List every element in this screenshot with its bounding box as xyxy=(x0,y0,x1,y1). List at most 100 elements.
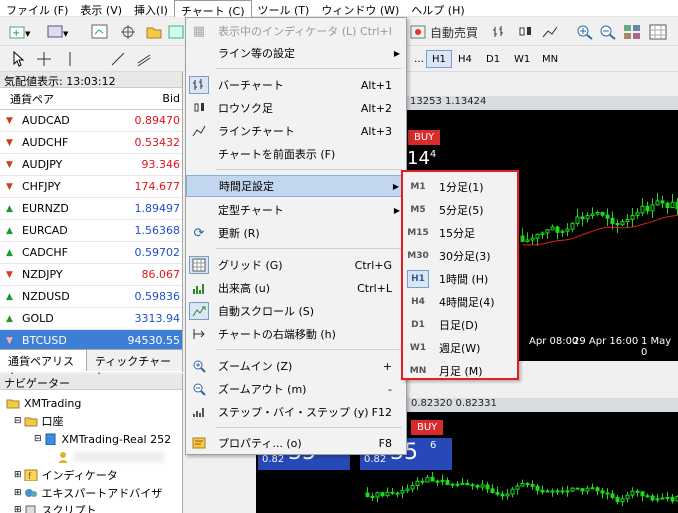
submenu-arrow-icon: ▶ xyxy=(392,181,399,191)
timeframe-m15[interactable]: M15 15分足 xyxy=(403,221,517,244)
timeframe-w1[interactable]: W1 xyxy=(508,50,536,68)
trendline-icon[interactable] xyxy=(108,49,128,69)
col-bid-header[interactable]: Bid xyxy=(120,92,180,105)
menu-line-chart[interactable]: ラインチャート Alt+3 xyxy=(186,120,406,142)
menu-tools[interactable]: ツール (T) xyxy=(252,0,316,17)
candle-body xyxy=(605,214,610,219)
col-symbol-header[interactable]: 通貨ペア xyxy=(0,91,120,107)
menu-zoom-in[interactable]: ズームイン (Z) + xyxy=(186,355,406,377)
timeframe-m30[interactable]: M30 30分足(3) xyxy=(403,244,517,267)
auto-trade-button[interactable]: 自動売買 xyxy=(410,22,490,42)
menu-window[interactable]: ウィンドウ (W) xyxy=(315,0,405,17)
market-watch-row[interactable]: ▲ NZDUSD 0.59836 xyxy=(0,286,182,308)
market-watch-row[interactable]: ▼ NZDJPY 86.067 xyxy=(0,264,182,286)
market-watch-row[interactable]: ▼ CHFJPY 174.677 xyxy=(0,176,182,198)
candle-body xyxy=(600,211,605,216)
nav-indicators[interactable]: ⊞ f インディケータ xyxy=(14,466,118,484)
tab-symbols[interactable]: 通貨ペアリスト xyxy=(0,350,87,384)
collapse-icon[interactable]: ⊟ xyxy=(14,416,22,426)
svg-text:▼: ▼ xyxy=(63,30,69,38)
timeframe-m5[interactable]: M5 5分足(5) xyxy=(403,198,517,221)
bar-chart-icon[interactable] xyxy=(490,22,510,42)
bid-cell: 3313.94 xyxy=(134,312,181,325)
vertical-line-icon[interactable] xyxy=(60,49,80,69)
menu-refresh[interactable]: ⟳ 更新 (R) xyxy=(186,222,406,244)
market-watch-row[interactable]: ▼ AUDCAD 0.89470 xyxy=(0,110,182,132)
navigator-icon[interactable] xyxy=(144,22,164,42)
bid-cell: 93.346 xyxy=(141,158,181,171)
market-watch-header: 通貨ペア Bid xyxy=(0,88,182,110)
expand-icon[interactable]: ⊞ xyxy=(14,505,22,513)
candlestick-icon[interactable] xyxy=(515,22,535,42)
indicator-icon: f xyxy=(24,469,38,481)
timeframe-mn[interactable]: MN xyxy=(536,50,564,68)
tile-windows-icon[interactable] xyxy=(622,22,642,42)
crosshair-tool-icon[interactable] xyxy=(34,49,54,69)
candle-body xyxy=(395,492,400,495)
new-chart-icon[interactable]: + ▼ xyxy=(6,22,34,42)
menu-chart[interactable]: チャート (C) xyxy=(173,0,252,18)
market-watch-icon[interactable] xyxy=(90,22,110,42)
symbol-name: AUDCHF xyxy=(22,136,69,149)
menu-volumes[interactable]: 出来高 (u) Ctrl+L xyxy=(186,277,406,299)
terminal-icon[interactable] xyxy=(166,22,186,42)
grid-icon[interactable] xyxy=(648,22,668,42)
line-chart-icon[interactable] xyxy=(540,22,560,42)
timeframe-mn-item[interactable]: MN 月足 (M) xyxy=(403,359,517,382)
timeframe-d1[interactable]: D1 xyxy=(480,50,506,68)
menu-zoom-out[interactable]: ズームアウト (m) - xyxy=(186,378,406,400)
menu-step-by-step[interactable]: ステップ・バイ・ステップ (y) F12 xyxy=(186,401,406,423)
arrow-down-icon: ▼ xyxy=(6,269,13,280)
timeframe-d1-item[interactable]: D1 日足(D) xyxy=(403,313,517,336)
nav-account-server[interactable]: ⊟ XMTrading-Real 252 xyxy=(34,430,171,448)
market-watch-row[interactable]: ▼ AUDJPY 93.346 xyxy=(0,154,182,176)
profiles-icon[interactable]: ▼ xyxy=(44,22,72,42)
nav-scripts[interactable]: ⊞ スクリプト xyxy=(14,501,97,513)
menu-grid[interactable]: グリッド (G) Ctrl+G xyxy=(186,254,406,276)
nav-broker[interactable]: XMTrading xyxy=(6,394,81,412)
zoom-out-icon[interactable] xyxy=(598,22,618,42)
tab-tick-chart[interactable]: ティックチャート xyxy=(86,350,183,384)
expand-icon[interactable]: ⊞ xyxy=(14,470,22,480)
menu-candlestick[interactable]: ロウソク足 Alt+2 xyxy=(186,97,406,119)
timeframe-h1[interactable]: H1 xyxy=(426,50,452,68)
timeframe-h1-item[interactable]: H1 1時間 (H) xyxy=(403,267,517,290)
menu-bar-chart[interactable]: バーチャート Alt+1 xyxy=(186,74,406,96)
market-watch-row[interactable]: ▲ EURNZD 1.89497 xyxy=(0,198,182,220)
market-watch-row[interactable]: ▼ AUDCHF 0.53432 xyxy=(0,132,182,154)
nav-account-user[interactable] xyxy=(56,448,164,466)
channel-icon[interactable] xyxy=(134,49,154,69)
menu-properties[interactable]: プロパティ... (o) F8 xyxy=(186,432,406,454)
arrow-up-icon: ▲ xyxy=(6,247,13,258)
menu-help[interactable]: ヘルプ (H) xyxy=(405,0,470,17)
menu-chart-foreground[interactable]: チャートを前面表示 (F) xyxy=(186,143,406,165)
crosshair-icon[interactable] xyxy=(118,22,138,42)
candle-body xyxy=(445,479,450,486)
timeframe-w1-item[interactable]: W1 週足(W) xyxy=(403,336,517,359)
cursor-icon[interactable] xyxy=(8,49,28,69)
candle-body xyxy=(365,492,370,497)
collapse-icon[interactable]: ⊟ xyxy=(34,434,42,444)
candle-body xyxy=(635,490,640,493)
menu-insert[interactable]: 挿入(I) xyxy=(128,0,174,17)
menu-templates[interactable]: 定型チャート ▶ xyxy=(186,199,406,221)
symbol-cell: ▲ CADCHF xyxy=(0,246,120,259)
menu-autoscroll[interactable]: 自動スクロール (S) xyxy=(186,300,406,322)
timeframe-h4-item[interactable]: H4 4時間足(4) xyxy=(403,290,517,313)
market-watch-row[interactable]: ▲ GOLD 3313.94 xyxy=(0,308,182,330)
market-watch-row[interactable]: ▲ EURCAD 1.56368 xyxy=(0,220,182,242)
zoom-in-icon[interactable] xyxy=(575,22,595,42)
candle-body xyxy=(575,487,580,490)
timeframe-m1[interactable]: M1 1分足(1) xyxy=(403,175,517,198)
menu-chart-shift[interactable]: チャートの右端移動 (h) xyxy=(186,323,406,345)
menu-indicators-list[interactable]: ▦ 表示中のインディケータ (L) Ctrl+I xyxy=(186,20,406,42)
menu-timeframes[interactable]: 時間足設定 ▶ xyxy=(186,175,406,197)
expand-icon[interactable]: ⊞ xyxy=(14,488,22,498)
menu-view[interactable]: 表示 (V) xyxy=(74,0,128,17)
menu-line-settings[interactable]: ライン等の設定 ▶ xyxy=(186,42,406,64)
menu-file[interactable]: ファイル (F) xyxy=(0,0,74,17)
nav-accounts[interactable]: ⊟ 口座 xyxy=(14,412,64,430)
timeframe-h4[interactable]: H4 xyxy=(452,50,478,68)
nav-experts[interactable]: ⊞ エキスパートアドバイザ xyxy=(14,484,162,502)
market-watch-row[interactable]: ▲ CADCHF 0.59702 xyxy=(0,242,182,264)
